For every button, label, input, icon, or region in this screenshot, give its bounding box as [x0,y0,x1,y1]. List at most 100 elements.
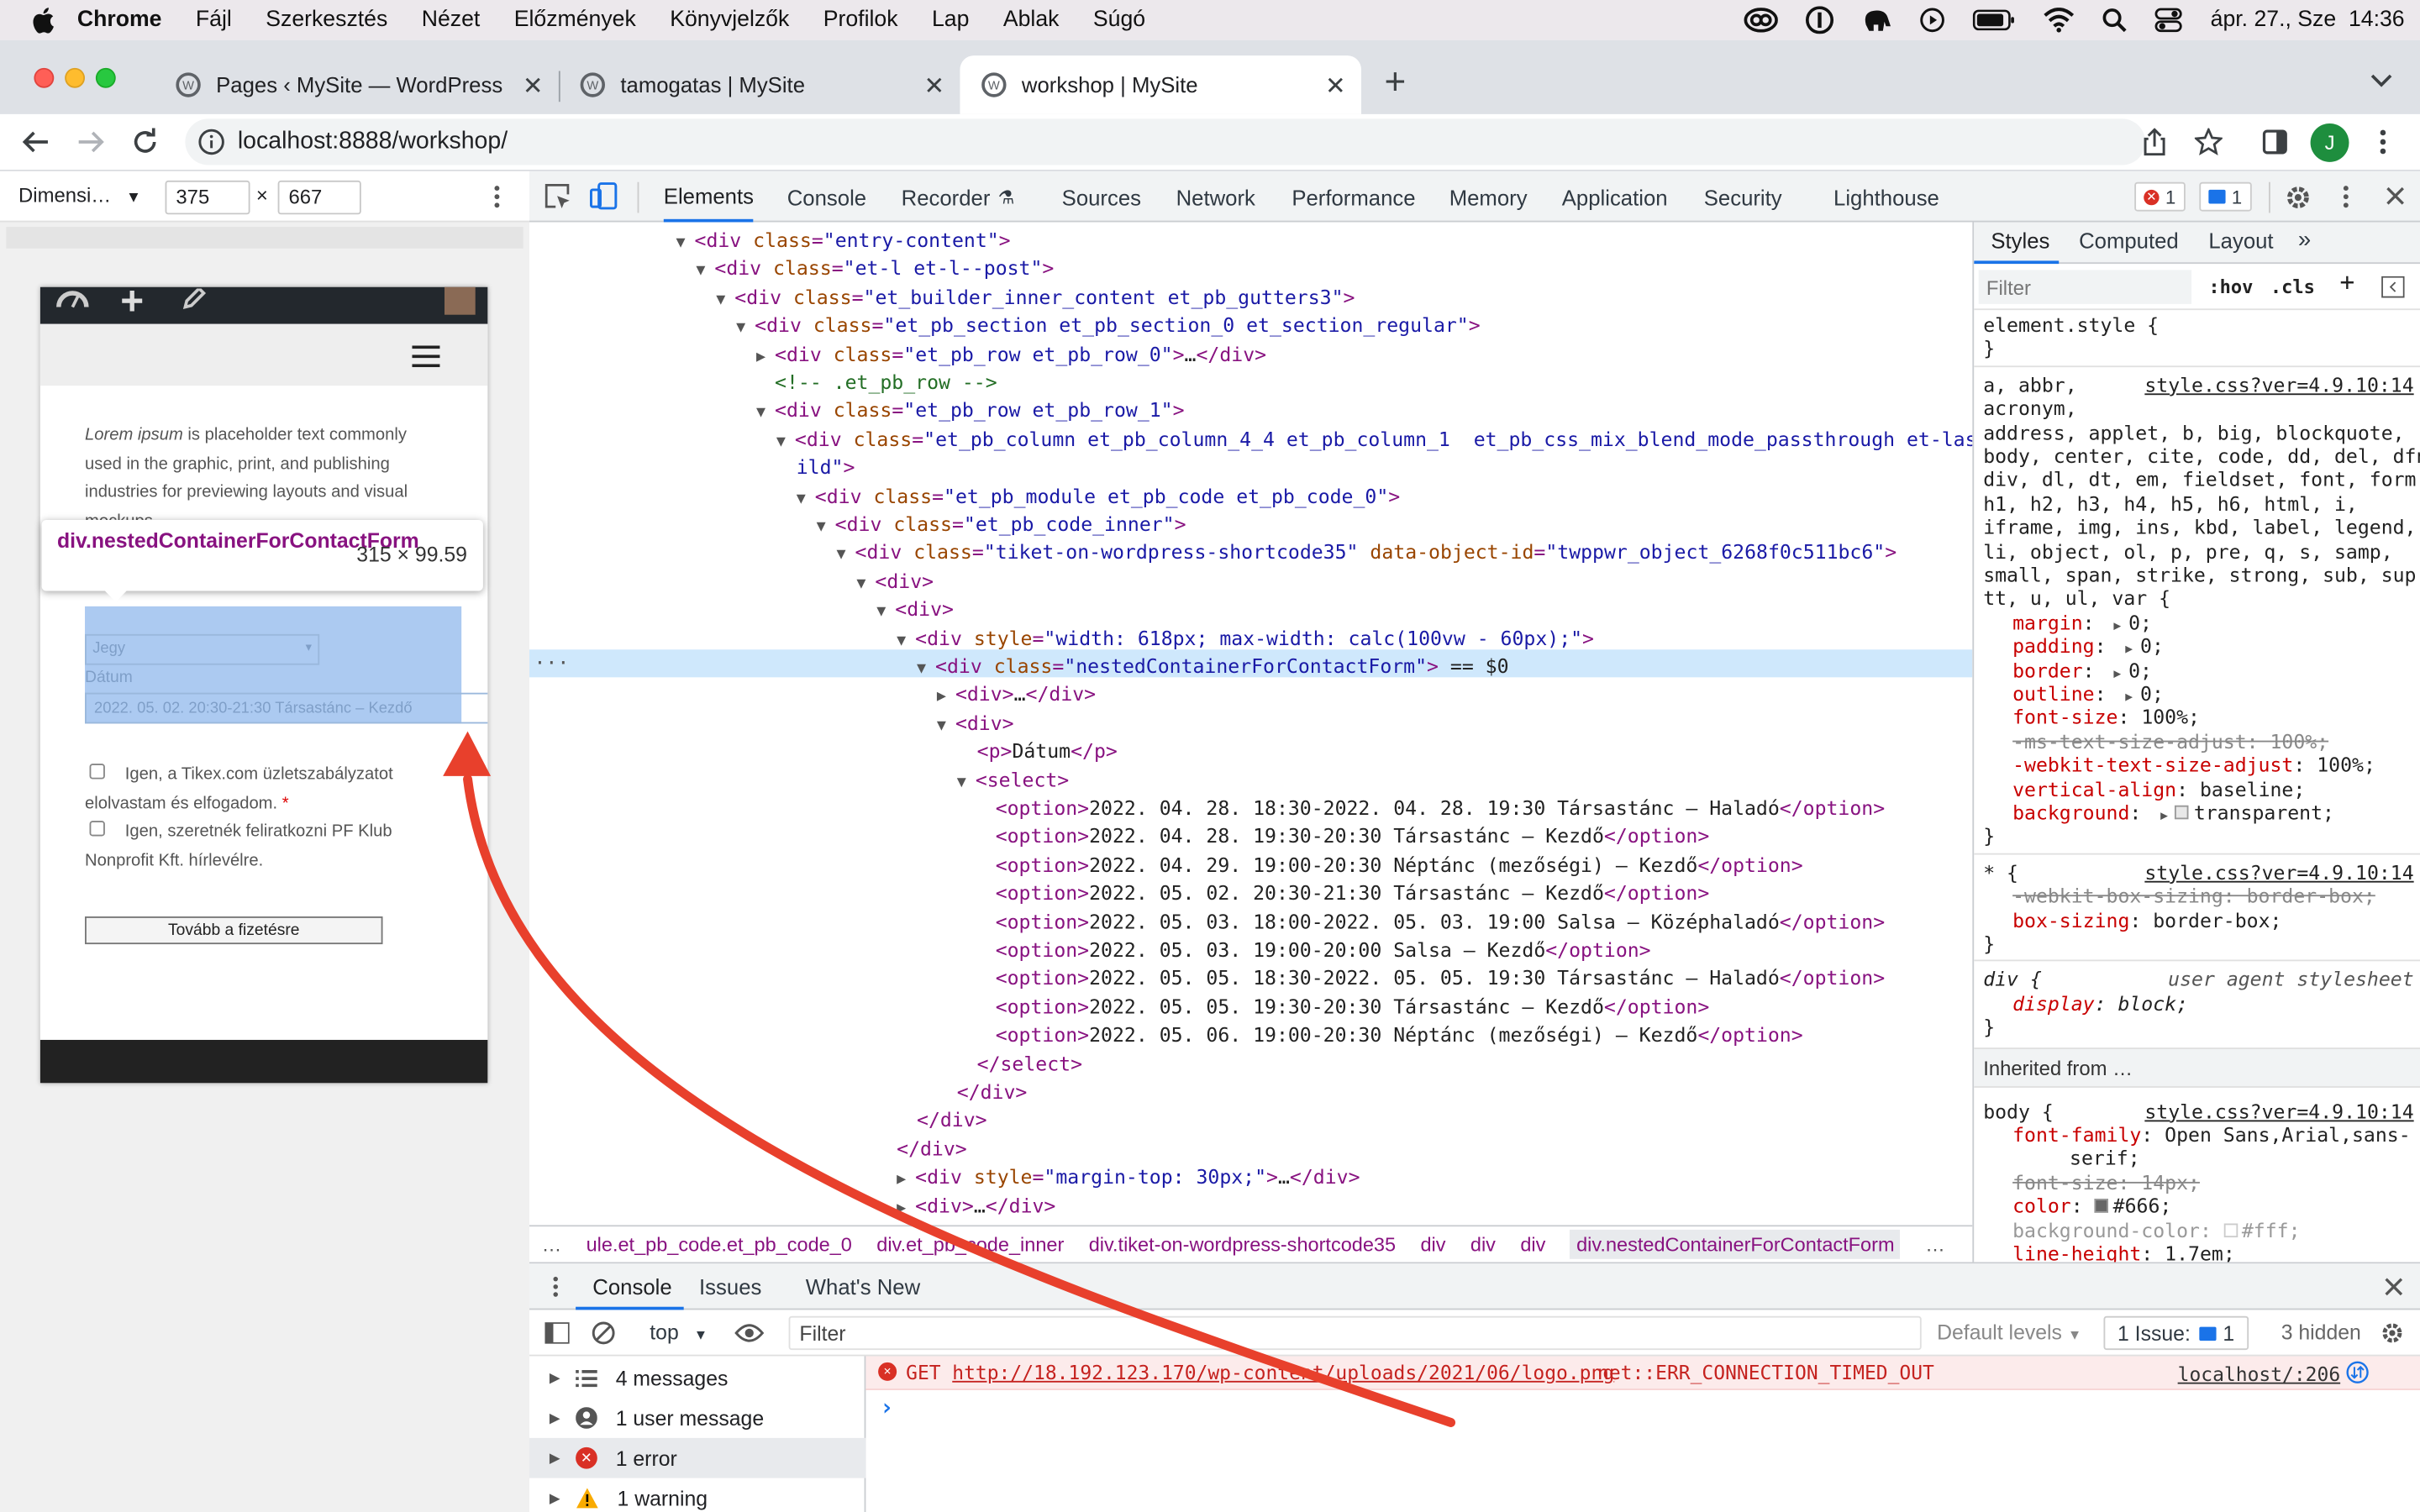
tab-recorder[interactable]: Recorder ⚗ [902,171,1015,223]
sidebar-item-warnings[interactable]: ▶ 1 warning [529,1478,865,1512]
reload-icon[interactable] [131,128,159,155]
dom-node-line[interactable]: ▼ <div class="et_pb_column et_pb_column_4… [776,426,1972,454]
window-close-button[interactable] [34,67,55,88]
close-icon[interactable]: ✕ [523,71,544,102]
css-property[interactable]: box-sizing: border-box; [2012,908,2281,932]
tab-console[interactable]: Console [787,171,866,223]
dom-node-line[interactable]: <option>2022. 04. 29. 19:00-20:30 Néptán… [996,852,1803,880]
log-levels-select[interactable]: Default levels ▼ [1937,1320,2081,1344]
breadcrumb-item-selected[interactable]: div.nestedContainerForContactForm [1570,1229,1901,1259]
tab-tamogatas[interactable]: W tamogatas | MySite ✕ [559,55,960,114]
dom-node-line[interactable]: ▼ <div class="et_pb_code_inner"> [817,511,1186,539]
inspect-element-icon[interactable] [544,184,571,210]
dom-node-line[interactable]: ▼ <div class="et_pb_section et_pb_section… [736,312,1481,340]
menu-window[interactable]: Ablak [1003,8,1060,32]
css-property[interactable]: -webkit-text-size-adjust: 100%; [2012,753,2375,777]
console-sidebar-toggle-icon[interactable] [544,1322,570,1344]
back-icon[interactable] [22,129,50,154]
breadcrumb-item[interactable]: div [1520,1233,1545,1257]
dom-node-line[interactable]: <option>2022. 04. 28. 18:30-2022. 04. 28… [996,795,1885,823]
tab-memory[interactable]: Memory [1449,171,1528,223]
css-property[interactable]: vertical-align: baseline; [2012,777,2305,801]
dom-node-line[interactable]: <option>2022. 04. 28. 19:30-20:30 Társas… [996,823,1710,852]
hov-toggle[interactable]: :hov [2208,276,2253,300]
css-property[interactable]: -webkit-box-sizing: border-box; [2012,885,2375,908]
dom-node-line[interactable]: ▶ <div style="margin-top: 30px;">…</div> [897,1163,1360,1192]
css-property[interactable]: outline: ▶ 0; [2012,682,2164,709]
apple-icon[interactable] [31,6,55,34]
tab-workshop[interactable]: W workshop | MySite ✕ [960,55,1362,114]
close-drawer-icon[interactable] [2385,1278,2403,1296]
dom-node-line[interactable]: <option>2022. 05. 03. 18:00-2022. 05. 03… [996,908,1885,937]
dom-node-line[interactable]: ▼ <div class="nestedContainerForContactFo… [917,653,1509,681]
dom-node-line[interactable]: ▼ <div style="width: 618px; max-width: ca… [897,624,1594,653]
ticket-select[interactable]: Jegy ▾ [85,633,320,665]
error-url-link[interactable]: http://18.192.123.170/wp-content/uploads… [952,1361,1614,1384]
menu-history[interactable]: Előzmények [514,8,636,32]
search-icon[interactable] [2102,8,2128,33]
close-icon[interactable]: ✕ [1325,71,1346,102]
elephant-icon[interactable] [1862,6,1893,34]
breadcrumb-item[interactable]: div [1470,1233,1496,1257]
dom-node-line[interactable]: ▶ <div class="et_pb_row et_pb_row_0">…</d… [756,340,1266,369]
drawer-tab-console[interactable]: Console [592,1274,671,1299]
dom-node-line[interactable]: ▼ <select> [957,766,1069,795]
css-property[interactable]: line-height: 1.7em; [2012,1242,2235,1263]
play-circle-icon[interactable] [1920,8,1945,33]
stylesheet-source-link[interactable]: style.css?ver=4.9.10:14 [2144,373,2413,396]
hamburger-menu-icon[interactable] [412,345,440,368]
breadcrumb-item[interactable]: div.tiket-on-wordpress-shortcode35 [1089,1233,1396,1257]
window-minimize-button[interactable] [65,67,86,88]
sidebar-item-errors[interactable]: ▶ ✕ 1 error [529,1437,866,1478]
dom-node-line[interactable]: ▼ <div class="tiket-on-wordpress-shortcod… [837,539,1897,568]
dom-node-line[interactable]: ▼ <div class="et_pb_module et_pb_code et_… [797,482,1400,511]
dashboard-icon[interactable] [55,287,89,309]
css-property[interactable]: background: ▶ transparent; [2012,801,2334,827]
error-source-link[interactable]: localhost/:206 [2178,1362,2341,1386]
menu-app-name[interactable]: Chrome [77,8,162,32]
stylesheet-source-link[interactable]: style.css?ver=4.9.10:14 [2144,1100,2413,1123]
dom-node-line[interactable]: </div> [957,1079,1028,1107]
dom-node-line[interactable]: ▼ <div class="et-l et-l--post"> [696,255,1054,284]
dom-node-line[interactable]: ▼ <div class="entry-content"> [676,227,1010,255]
css-property[interactable]: border: ▶ 0; [2012,659,2152,685]
dom-node-line[interactable]: ▶ <div>…</div> [897,1192,1055,1221]
dom-node-line[interactable]: </select> [977,1050,1082,1079]
menu-file[interactable]: Fájl [196,8,232,32]
dom-node-line[interactable]: <p>Dátum</p> [977,738,1118,766]
new-rule-icon[interactable]: + [2339,269,2354,294]
console-prompt[interactable]: › [880,1394,894,1421]
dom-node-line[interactable]: ▼ <div> [876,596,954,624]
dom-node-line[interactable]: </div> [897,1135,967,1163]
dom-node-line[interactable]: ▼ <div> [856,568,934,596]
menu-edit[interactable]: Szerkesztés [266,8,387,32]
forward-icon[interactable] [77,129,105,154]
context-selector[interactable]: top ▼ [650,1320,708,1344]
dom-node-line[interactable]: <option>2022. 05. 05. 19:30-20:30 Társas… [996,993,1710,1021]
css-property[interactable]: font-size: 14px; [2012,1171,2200,1194]
tab-elements[interactable]: Elements [663,171,754,223]
dom-node-line[interactable]: ▼ <div> [937,710,1014,738]
tab-styles[interactable]: Styles [1991,228,2049,254]
tab-layout[interactable]: Layout [2208,228,2273,254]
toggle-sidebar-icon[interactable] [2381,276,2405,298]
tab-wordpress-pages[interactable]: W Pages ‹ MySite — WordPress ✕ [155,55,559,114]
device-toggle-icon[interactable] [590,182,618,210]
dom-node-line[interactable]: <option>2022. 05. 02. 20:30-21:30 Társas… [996,879,1710,908]
network-request-icon[interactable] [2346,1361,2370,1384]
devtools-more-icon[interactable] [2343,185,2349,208]
stylesheet-source-link[interactable]: style.css?ver=4.9.10:14 [2144,861,2413,885]
close-icon[interactable]: ✕ [923,71,944,102]
node-options-icon[interactable]: ··· [534,649,570,678]
breadcrumb-overflow[interactable]: … [1925,1233,1945,1257]
css-property[interactable]: margin: ▶ 0; [2012,611,2152,638]
clear-console-icon[interactable] [591,1320,615,1345]
menu-help[interactable]: Súgó [1093,8,1145,32]
menu-tab[interactable]: Lap [932,8,969,32]
settings-gear-icon[interactable] [2284,184,2312,212]
device-width-input[interactable]: 375 [165,180,250,215]
css-property[interactable]: color: #666; [2012,1194,2171,1218]
url-text[interactable]: localhost:8888/workshop/ [238,128,508,155]
drawer-tab-whats-new[interactable]: What's New [806,1274,920,1299]
drawer-menu-icon[interactable] [553,1276,559,1298]
